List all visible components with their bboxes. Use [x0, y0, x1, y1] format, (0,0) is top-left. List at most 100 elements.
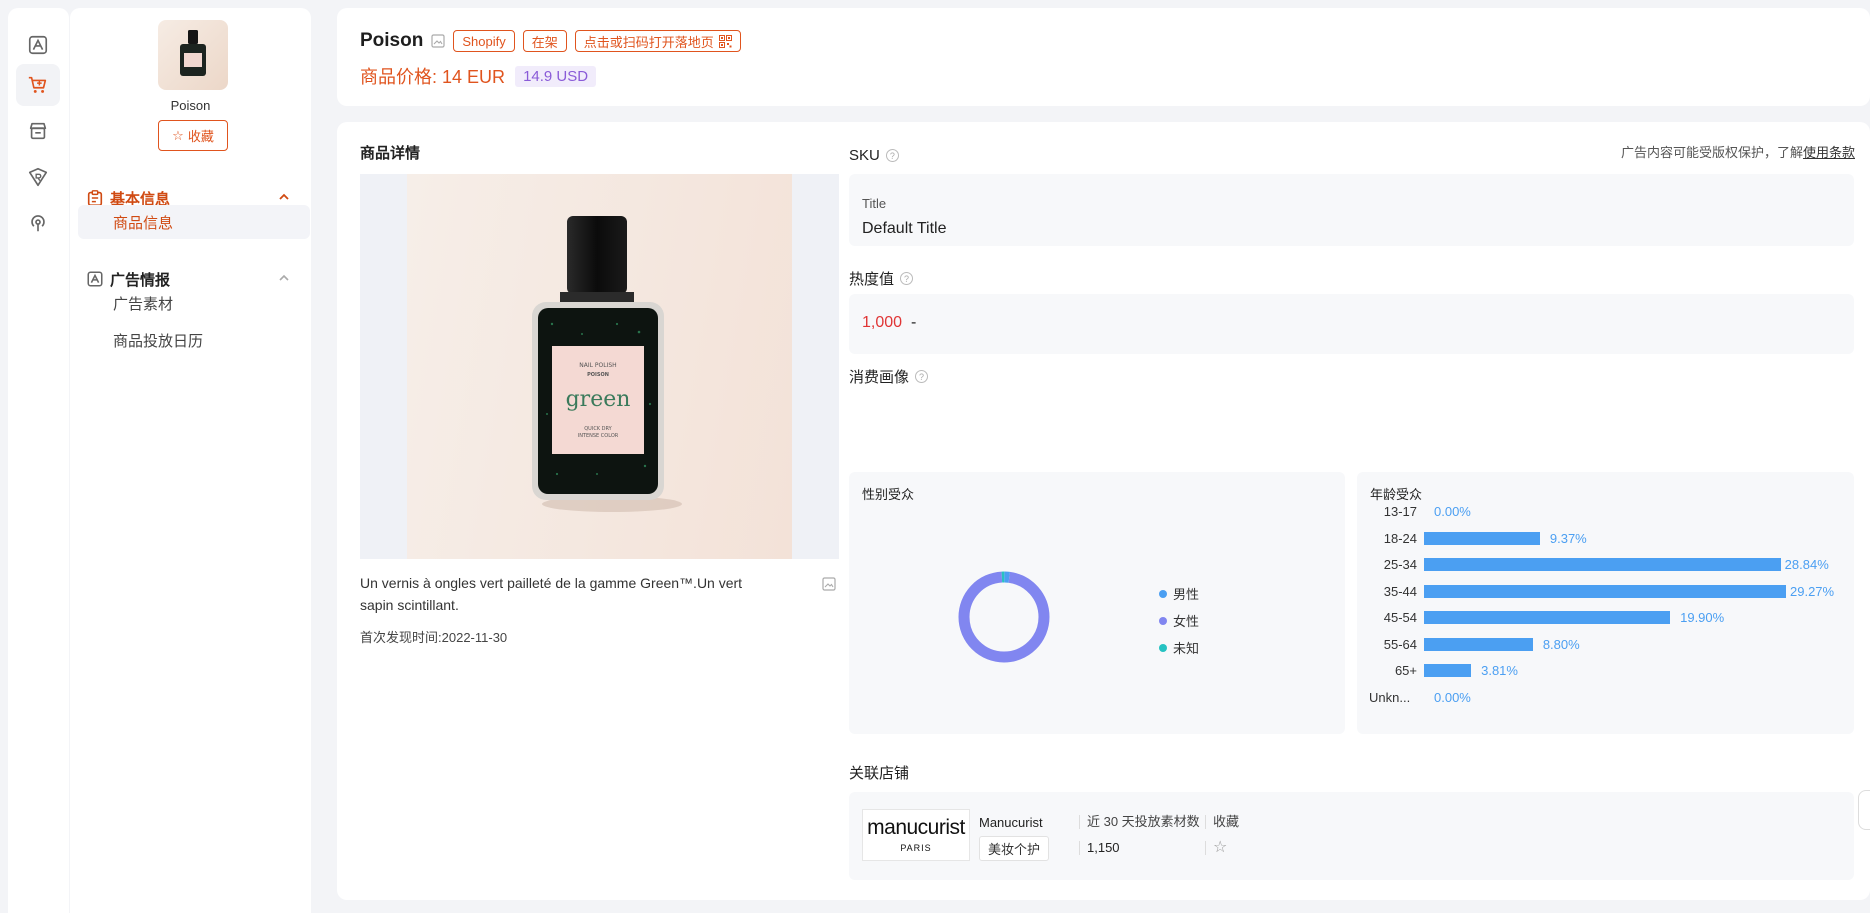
copyright-text: 广告内容可能受版权保护，了解: [1620, 145, 1803, 160]
bottle-label-bottom2: INTENSE COLOR: [578, 433, 619, 439]
sku-heading: SKU ?: [849, 147, 899, 164]
age-pct: 0.00%: [1434, 689, 1471, 705]
audience-heading: 消费画像 ?: [849, 366, 929, 387]
store-name[interactable]: Manucurist: [979, 815, 1043, 830]
bottle-label-brand: POISON: [587, 372, 609, 378]
brand-icon: [28, 167, 48, 187]
age-pct: 9.37%: [1549, 530, 1587, 546]
section-title: 商品详情: [360, 145, 421, 162]
store-card: manucurist PARIS Manucurist 美妆个护 近 30 天投…: [849, 792, 1854, 880]
age-panel: 年龄受众 13-17 0.00% 18-24 9.37% 25-34 28.84% 35-4…: [1357, 472, 1854, 734]
age-label: 13-17: [1383, 504, 1417, 519]
gender-panel: 性别受众 男性 女性 未知: [849, 472, 1345, 734]
star-icon[interactable]: ☆: [1205, 840, 1227, 856]
price-usd: 14.9 USD: [515, 65, 597, 87]
age-bar[interactable]: [1424, 558, 1781, 571]
star-icon: ☆: [172, 127, 184, 143]
age-row: 18-24 9.37%: [1357, 527, 1847, 551]
legend-item-male[interactable]: 男性: [1159, 580, 1199, 607]
age-bar-chart: 13-17 0.00% 18-24 9.37% 25-34 28.84% 35-44 29.2…: [1357, 500, 1854, 730]
first-seen-value: 2022-11-30: [441, 630, 508, 645]
terms-link[interactable]: 使用条款: [1803, 145, 1855, 160]
age-bar[interactable]: [1424, 584, 1786, 598]
rail-store-button[interactable]: [16, 110, 60, 152]
sku-value: Default Title: [862, 220, 947, 237]
store-logo[interactable]: manucurist PARIS: [862, 809, 970, 861]
qr-code-icon: [718, 34, 732, 48]
legend-item-female[interactable]: 女性: [1159, 607, 1199, 634]
store-fav-label: 收藏: [1205, 815, 1239, 829]
age-pct: 28.84%: [1784, 557, 1829, 572]
age-label: 65+: [1394, 663, 1417, 678]
legend-item-unknown[interactable]: 未知: [1159, 634, 1199, 661]
store-heading: 关联店铺: [849, 762, 909, 783]
help-icon[interactable]: ?: [900, 272, 914, 285]
cart-icon: [28, 76, 47, 93]
landing-page-label: 点击或扫码打开落地页: [583, 34, 714, 50]
age-label: Unkn...: [1369, 689, 1411, 705]
help-icon[interactable]: ?: [915, 370, 929, 383]
age-row: Unkn... 0.00%: [1357, 686, 1847, 710]
product-header-card: Poison Shopify 在架 点击或扫码打开落地页 商品价格: 14 EU…: [337, 8, 1870, 106]
rail-ad-library-button[interactable]: [16, 24, 60, 66]
rail-cart-button[interactable]: [16, 64, 60, 106]
age-row: 25-34 28.84%: [1357, 553, 1847, 577]
heat-value: 1,000: [862, 314, 903, 331]
image-icon[interactable]: [431, 34, 445, 48]
nav-item-ad-creatives[interactable]: 广告素材: [78, 286, 310, 320]
nav-item-label: 商品投放日历: [113, 332, 204, 350]
age-row: 35-44 29.27%: [1357, 580, 1847, 604]
store-ads-value: 1,150: [1079, 841, 1120, 855]
store-title: 关联店铺: [849, 765, 910, 782]
sku-title: SKU: [849, 147, 880, 164]
age-bar[interactable]: [1424, 637, 1533, 651]
nav-item-label: 商品信息: [113, 214, 174, 232]
nav-item-label: 广告素材: [113, 295, 174, 313]
age-bar[interactable]: [1424, 664, 1472, 677]
bottle-label-top: NAIL POLISH: [579, 362, 616, 369]
age-pct: 0.00%: [1434, 504, 1471, 519]
age-row: 13-17 0.00%: [1357, 500, 1847, 524]
landing-page-link[interactable]: 点击或扫码打开落地页: [574, 30, 741, 52]
legend-label: 女性: [1173, 614, 1200, 629]
nav-item-delivery-calendar[interactable]: 商品投放日历: [78, 323, 310, 357]
side-float-tab[interactable]: [1858, 790, 1870, 830]
product-detail-card: 商品详情 广告内容可能受版权保护，了解使用条款 NAIL POLISH POIS…: [337, 122, 1870, 900]
sku-label: Title: [862, 196, 887, 211]
age-bar[interactable]: [1424, 611, 1671, 624]
gender-legend: 男性 女性 未知: [1159, 580, 1199, 661]
product-image[interactable]: NAIL POLISH POISON green QUICK DRY INTEN…: [360, 174, 839, 559]
image-icon[interactable]: [822, 577, 836, 591]
nail-polish-bottle: NAIL POLISH POISON green QUICK DRY INTEN…: [532, 216, 682, 512]
rail-broadcast-button[interactable]: [16, 202, 60, 244]
product-description: Un vernis à ongles vert pailleté de la g…: [360, 575, 743, 613]
price-main: 商品价格: 14 EUR: [360, 63, 505, 89]
product-name: Poison: [170, 98, 211, 113]
store-logo-main: manucurist: [867, 816, 965, 839]
age-label: 55-64: [1383, 636, 1417, 652]
store-icon: [29, 122, 47, 140]
rail-brand-button[interactable]: [16, 156, 60, 198]
age-row: 45-54 19.90%: [1357, 606, 1847, 630]
age-pct: 19.90%: [1680, 610, 1725, 625]
favorite-button[interactable]: ☆ 收藏: [158, 120, 228, 151]
product-title: Poison: [360, 30, 424, 51]
favorite-label: 收藏: [187, 129, 214, 144]
age-pct: 8.80%: [1542, 636, 1580, 652]
age-bar[interactable]: [1424, 531, 1540, 545]
platform-tag: Shopify: [453, 30, 515, 52]
help-icon[interactable]: ?: [885, 149, 899, 162]
donut-slice-1[interactable]: [958, 571, 1050, 663]
age-row: 65+ 3.81%: [1357, 659, 1847, 683]
product-thumbnail: [158, 20, 228, 90]
sidebar: Poison ☆ 收藏 基本信息 商品信息 广告情报 广告素材 商品投放日历: [70, 8, 311, 913]
status-tag: 在架: [522, 30, 567, 52]
store-logo-sub: PARIS: [900, 843, 932, 853]
first-seen-label: 首次发现时间:: [360, 630, 442, 645]
ad-library-icon: [28, 35, 48, 55]
nav-item-product-info[interactable]: 商品信息: [78, 205, 310, 239]
age-row: 55-64 8.80%: [1357, 633, 1847, 657]
gender-title: 性别受众: [862, 487, 915, 502]
broadcast-icon: [31, 215, 45, 232]
first-seen: 首次发现时间:2022-11-30: [360, 627, 507, 646]
